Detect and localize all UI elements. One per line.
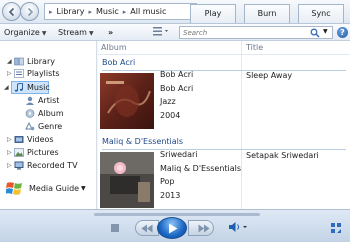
album-name: Bob Acri bbox=[160, 70, 194, 79]
expand-icon[interactable]: ▷ bbox=[7, 160, 12, 171]
album-year: 2004 bbox=[160, 110, 181, 120]
track-title[interactable]: Sleep Away bbox=[246, 71, 292, 80]
album-name: Sriwedari bbox=[160, 150, 198, 159]
title-bar: ▸ Library ▸ Music ▸ All music Play Burn … bbox=[0, 0, 350, 24]
view-options-icon bbox=[153, 27, 168, 36]
collapse-icon[interactable]: ◢ bbox=[4, 82, 9, 93]
album-art[interactable] bbox=[100, 152, 154, 208]
sidebar-item-label: Music bbox=[27, 83, 50, 92]
organize-label: Organize bbox=[4, 28, 40, 37]
breadcrumb-item-music[interactable]: Music bbox=[96, 7, 119, 16]
search-input[interactable] bbox=[180, 27, 306, 38]
arrow-right-icon bbox=[27, 7, 34, 17]
sidebar-item-label: Videos bbox=[27, 135, 54, 144]
media-guide-button[interactable]: Media Guide ▼ bbox=[6, 181, 96, 197]
navigation-pane: ◢ Library ▷ Playlists ◢ Music Artist Alb… bbox=[0, 41, 97, 209]
album-icon bbox=[25, 109, 35, 118]
collapse-icon[interactable]: ◢ bbox=[7, 56, 12, 67]
back-button[interactable] bbox=[2, 2, 21, 21]
breadcrumb: ▸ Library ▸ Music ▸ All music bbox=[44, 3, 197, 20]
library-details-pane: Album Title Bob Acri Bob Acri Bob Acri J… bbox=[98, 41, 350, 209]
album-cover-image bbox=[100, 73, 154, 129]
album-artist: Maliq & D'Essentials bbox=[160, 163, 242, 173]
videos-icon bbox=[14, 136, 24, 143]
sidebar-item-label: Genre bbox=[38, 122, 63, 131]
help-button[interactable]: ? bbox=[337, 27, 348, 38]
sidebar-item-label: Recorded TV bbox=[27, 161, 78, 170]
tab-burn[interactable]: Burn bbox=[244, 4, 290, 23]
sidebar-item-label: Library bbox=[27, 57, 55, 66]
breadcrumb-separator-icon: ▸ bbox=[49, 7, 53, 16]
library-icon bbox=[14, 57, 24, 66]
expand-icon[interactable]: ▷ bbox=[7, 134, 12, 145]
breadcrumb-item-library[interactable]: Library bbox=[57, 7, 85, 16]
volume-button[interactable] bbox=[228, 221, 248, 235]
sidebar-item-label: Playlists bbox=[27, 69, 60, 78]
search-box[interactable]: ▼ bbox=[179, 26, 333, 39]
stop-button[interactable] bbox=[110, 223, 120, 233]
breadcrumb-item-all-music[interactable]: All music bbox=[130, 7, 166, 16]
album-info[interactable]: Sriwedari Maliq & D'Essentials Pop 2013 bbox=[160, 148, 241, 202]
search-icon[interactable] bbox=[310, 28, 320, 38]
view-options-button[interactable] bbox=[153, 26, 171, 39]
album-info[interactable]: Bob Acri Bob Acri Jazz 2004 bbox=[160, 68, 193, 122]
genre-icon bbox=[25, 122, 35, 131]
column-header-title[interactable]: Title bbox=[246, 43, 263, 52]
chevron-down-icon: ▼ bbox=[41, 30, 47, 37]
player-controls-bar bbox=[0, 209, 350, 242]
sidebar-item-label: Album bbox=[38, 109, 64, 118]
breadcrumb-separator-icon[interactable]: ▸ bbox=[89, 8, 93, 16]
sidebar-item-label: Pictures bbox=[27, 148, 59, 157]
previous-icon bbox=[141, 224, 153, 233]
artist-icon bbox=[26, 96, 34, 105]
search-dropdown-icon[interactable]: ▼ bbox=[323, 28, 328, 35]
stream-label: Stream bbox=[58, 28, 87, 37]
expand-icon[interactable]: ▷ bbox=[7, 68, 12, 79]
sidebar-item-label: Artist bbox=[38, 96, 60, 105]
track-title[interactable]: Setapak Sriwedari bbox=[246, 151, 319, 160]
media-guide-label: Media Guide bbox=[29, 184, 80, 193]
previous-button[interactable] bbox=[135, 220, 159, 236]
organize-menu[interactable]: Organize ▼ bbox=[4, 26, 46, 39]
next-button[interactable] bbox=[188, 220, 214, 236]
toolbar: Organize▼ Stream▼ » ▼ ? bbox=[0, 24, 350, 41]
breadcrumb-separator-icon[interactable]: ▸ bbox=[123, 8, 127, 16]
pictures-icon bbox=[14, 148, 24, 157]
chevron-down-icon: ▼ bbox=[88, 30, 94, 37]
seek-slider[interactable] bbox=[94, 213, 260, 216]
group-header[interactable]: Bob Acri bbox=[102, 57, 135, 69]
album-genre: Jazz bbox=[160, 97, 176, 106]
column-header-row: Album Title bbox=[98, 41, 350, 55]
forward-button[interactable] bbox=[20, 2, 39, 21]
album-cover-image bbox=[100, 152, 154, 208]
tab-play[interactable]: Play bbox=[190, 4, 236, 23]
playlists-icon bbox=[14, 69, 24, 78]
more-commands-button[interactable]: » bbox=[108, 26, 113, 39]
tab-sync[interactable]: Sync bbox=[298, 4, 344, 23]
column-header-album[interactable]: Album bbox=[101, 43, 127, 52]
album-art[interactable] bbox=[100, 73, 154, 129]
group-divider bbox=[102, 70, 346, 71]
column-divider bbox=[241, 41, 242, 209]
album-genre: Pop bbox=[160, 177, 175, 186]
switch-view-icon bbox=[331, 223, 341, 233]
next-icon bbox=[198, 224, 210, 233]
recorded-tv-icon bbox=[14, 161, 24, 170]
expand-icon[interactable]: ▷ bbox=[7, 147, 12, 158]
play-button[interactable] bbox=[157, 217, 187, 239]
arrow-left-icon bbox=[8, 7, 15, 17]
switch-to-now-playing-button[interactable] bbox=[330, 222, 342, 236]
group-header[interactable]: Maliq & D'Essentials bbox=[102, 136, 183, 148]
album-year: 2013 bbox=[160, 190, 181, 200]
chevron-down-icon[interactable]: ▼ bbox=[81, 185, 86, 192]
music-note-icon bbox=[14, 83, 23, 92]
album-artist: Bob Acri bbox=[160, 83, 194, 93]
speaker-icon bbox=[229, 222, 247, 232]
windows-logo-icon bbox=[6, 182, 22, 195]
stream-menu[interactable]: Stream ▼ bbox=[58, 26, 94, 39]
play-icon bbox=[169, 223, 178, 234]
